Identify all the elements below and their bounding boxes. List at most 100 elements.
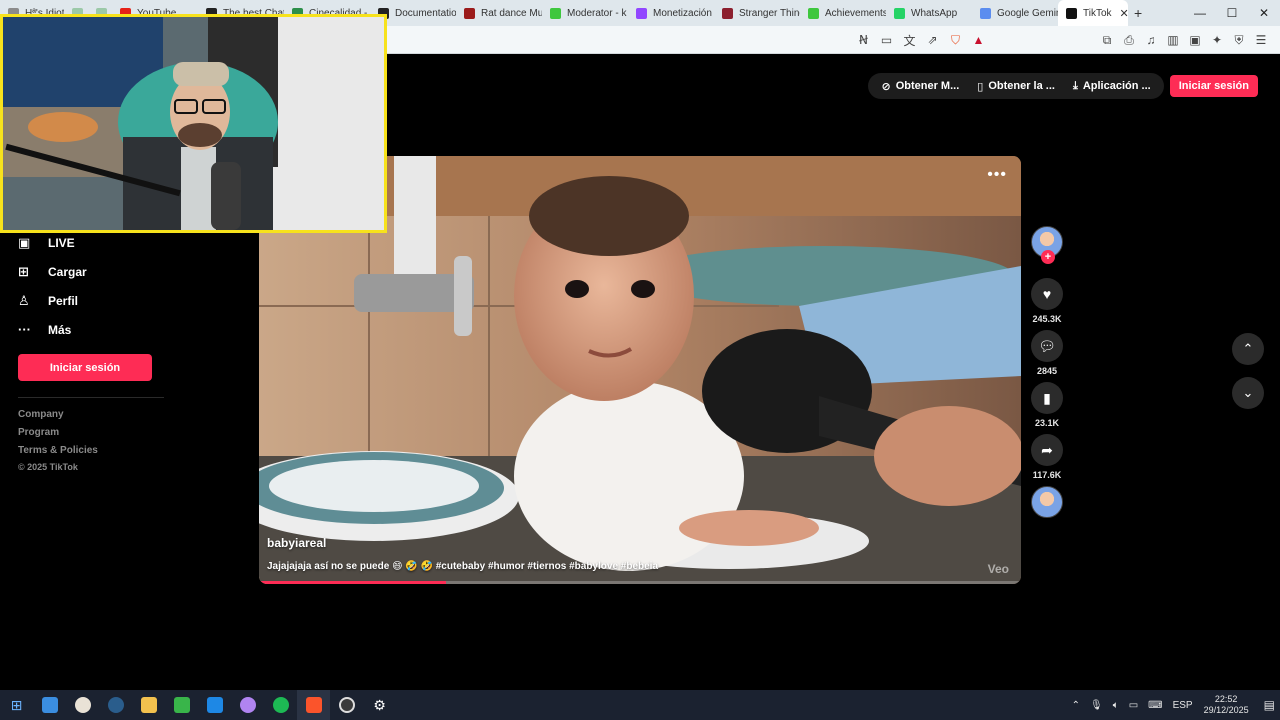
language-indicator[interactable]: ESP xyxy=(1173,700,1193,711)
tab-label: TikTok xyxy=(1083,7,1112,19)
comment-button[interactable]: 💬︎ xyxy=(1031,330,1063,362)
wallet-icon[interactable]: ▣ xyxy=(1184,33,1206,47)
close-tab-icon[interactable]: ✕ xyxy=(1120,7,1128,20)
taskbar-app-steam[interactable] xyxy=(99,690,132,720)
profile-icon: ♙ xyxy=(18,293,30,308)
minimize-button[interactable]: — xyxy=(1184,0,1216,26)
video-caption: Jajajajaja así no se puede 😄 🤣 🤣 #cuteba… xyxy=(267,561,659,572)
screenshot-icon[interactable]: ⎙ xyxy=(1118,33,1140,48)
obs-icon xyxy=(338,697,355,713)
sidebar-item-profile[interactable]: ♙ Perfil xyxy=(18,293,78,309)
video-username[interactable]: babyiareal xyxy=(267,536,326,550)
taskbar-app-settings[interactable]: ⚙ xyxy=(363,690,396,720)
taskbar-app-2[interactable] xyxy=(66,690,99,720)
vpn-icon[interactable]: ⛨ xyxy=(1228,33,1250,48)
sidebar-login-button[interactable]: Iniciar sesión xyxy=(18,354,152,381)
taskbar-app-explorer-view[interactable] xyxy=(33,690,66,720)
header-login-button[interactable]: Iniciar sesión xyxy=(1169,75,1258,97)
get-app-button[interactable]: ▯ Obtener la ... xyxy=(968,73,1064,99)
taskbar-app-vscode[interactable] xyxy=(198,690,231,720)
tray-chevron-icon[interactable]: ⌃ xyxy=(1072,700,1080,711)
save-count: 23.1K xyxy=(1034,418,1060,428)
tab-label: Google Gemini xyxy=(997,7,1058,19)
previous-video-button[interactable]: ⌃ xyxy=(1232,333,1264,365)
keyboard-icon[interactable]: ⌨ xyxy=(1148,700,1162,711)
browser-tab[interactable]: Monetización xyxy=(628,0,714,26)
share-count: 117.6K xyxy=(1032,470,1062,480)
tab-favicon-icon xyxy=(550,7,561,19)
taskbar-app-controller[interactable] xyxy=(231,690,264,720)
menu-icon[interactable]: ☰ xyxy=(1250,33,1272,47)
desktop-app-button[interactable]: ⤓ Aplicación ... xyxy=(1064,73,1160,99)
sidebar-icon[interactable]: ▥ xyxy=(1162,33,1184,47)
taskbar-app-brave[interactable] xyxy=(297,690,330,720)
windows-logo-icon: ⊞ xyxy=(10,696,23,713)
browser-tab[interactable]: WhatsApp xyxy=(886,0,972,26)
top-actions: ⊘ Obtener M... ▯ Obtener la ... ⤓ Aplicació… xyxy=(868,73,1258,99)
tab-label: Moderator - k xyxy=(567,7,627,19)
microphone-icon[interactable]: 🎙︎ xyxy=(1090,700,1103,711)
save-button[interactable]: ▮ xyxy=(1031,382,1063,414)
media-icon[interactable]: ♫ xyxy=(1140,33,1162,47)
next-video-button[interactable]: ⌄ xyxy=(1232,377,1264,409)
top-pill-group: ⊘ Obtener M... ▯ Obtener la ... ⤓ Aplicació… xyxy=(868,73,1164,99)
sidebar-item-live[interactable]: ▣ LIVE xyxy=(18,235,75,251)
browser-tab[interactable]: Stranger Thing xyxy=(714,0,800,26)
browser-tab[interactable]: Rat dance Mu xyxy=(456,0,542,26)
brave-rewards-icon[interactable]: ▲ xyxy=(967,33,990,47)
network-icon[interactable]: ▭ xyxy=(1129,700,1138,711)
download-icon: ⤓ xyxy=(1072,79,1078,92)
video-progress-bar[interactable] xyxy=(259,581,1021,584)
bookmark-icon: ▮ xyxy=(1043,389,1051,406)
extensions-icon[interactable]: ⧉ xyxy=(1096,33,1118,48)
clock[interactable]: 22:52 29/12/2025 xyxy=(1204,694,1249,716)
get-coins-button[interactable]: ⊘ Obtener M... xyxy=(872,73,968,99)
tab-favicon-icon xyxy=(808,7,819,19)
app-green-icon xyxy=(173,697,190,713)
window-controls: — ☐ ✕ xyxy=(1184,0,1280,26)
browser-tab[interactable]: TikTok ✕ xyxy=(1058,0,1128,26)
browser-tab[interactable]: Google Gemini xyxy=(972,0,1058,26)
taskbar-app-green[interactable] xyxy=(165,690,198,720)
new-tab-button[interactable]: + xyxy=(1134,5,1142,21)
sound-avatar[interactable] xyxy=(1031,486,1063,518)
tab-favicon-icon xyxy=(636,7,647,19)
comment-count: 2845 xyxy=(1036,366,1058,376)
program-link[interactable]: Program xyxy=(18,427,59,438)
brave-shield-icon[interactable]: ⛉ xyxy=(944,33,967,48)
creator-avatar[interactable]: + xyxy=(1031,226,1063,264)
close-window-button[interactable]: ✕ xyxy=(1248,0,1280,26)
taskbar-app-spotify[interactable] xyxy=(264,690,297,720)
taskbar-app-obs[interactable] xyxy=(330,690,363,720)
steam-icon xyxy=(107,697,124,713)
video-more-options-icon[interactable]: ••• xyxy=(987,166,1007,184)
desktop-app-icon xyxy=(41,697,58,713)
tab-label: Rat dance Mu xyxy=(481,7,542,19)
phone-icon: ▯ xyxy=(977,80,984,93)
notification-icon[interactable]: ▤ xyxy=(1264,698,1275,712)
reader-mode-icon[interactable]: Ꞥ xyxy=(852,33,875,47)
follow-plus-icon[interactable]: + xyxy=(1041,250,1055,264)
share-icon[interactable]: ⇗ xyxy=(921,33,944,47)
browser-tab[interactable]: Moderator - k xyxy=(542,0,628,26)
like-button[interactable]: ♥ xyxy=(1031,278,1063,310)
leo-ai-icon[interactable]: ✦ xyxy=(1206,33,1228,47)
browser-tab[interactable]: Achievements xyxy=(800,0,886,26)
maximize-button[interactable]: ☐ xyxy=(1216,0,1248,26)
spotify-icon xyxy=(272,697,289,713)
sidebar-item-upload[interactable]: ⊞ Cargar xyxy=(18,264,87,280)
sidebar-item-more[interactable]: ··· Más xyxy=(18,322,71,337)
veo-watermark: Veo xyxy=(987,562,1009,576)
company-link[interactable]: Company xyxy=(18,409,64,420)
terms-link[interactable]: Terms & Policies xyxy=(18,445,98,456)
live-icon: ▣ xyxy=(18,235,31,250)
share-button[interactable]: ➦ xyxy=(1031,434,1063,466)
coin-icon: ⊘ xyxy=(881,80,891,93)
translate-icon[interactable]: 文 xyxy=(898,32,921,49)
chevron-down-icon: ⌄ xyxy=(1242,385,1254,400)
cast-icon[interactable]: ▭ xyxy=(875,33,898,47)
start-button[interactable]: ⊞ xyxy=(0,690,33,720)
volume-icon[interactable]: 🔈︎ xyxy=(1113,700,1119,711)
tab-label: Monetización xyxy=(653,7,712,19)
taskbar-app-files[interactable] xyxy=(132,690,165,720)
